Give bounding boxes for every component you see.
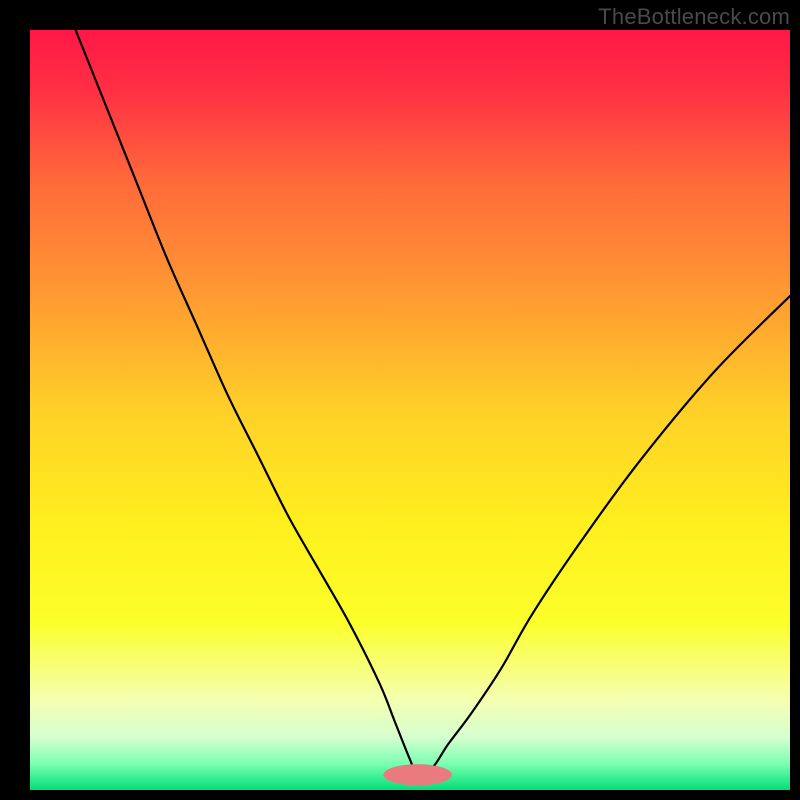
chart-frame: TheBottleneck.com <box>0 0 800 800</box>
watermark-text: TheBottleneck.com <box>598 4 790 30</box>
gradient-background <box>30 30 790 790</box>
optimum-marker <box>383 764 451 785</box>
chart-svg <box>30 30 790 790</box>
plot-area <box>30 30 790 790</box>
